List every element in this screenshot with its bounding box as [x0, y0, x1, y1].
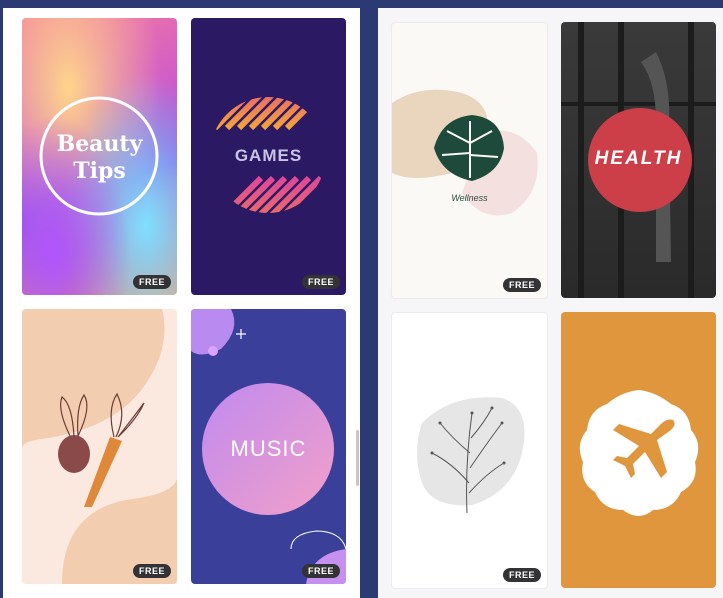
health-title: HEALTH: [594, 148, 683, 169]
template-card-travel[interactable]: [561, 312, 716, 588]
free-badge: FREE: [502, 568, 541, 582]
template-card-beauty-tips[interactable]: Beauty Tips FREE: [22, 18, 177, 295]
monstera-leaf-icon: [392, 89, 538, 216]
scrollbar[interactable]: [356, 430, 359, 486]
template-card-wellness[interactable]: Wellness FREE: [391, 22, 548, 299]
beet-carrot-icon: [22, 309, 177, 584]
template-card-veggies[interactable]: FREE: [22, 309, 177, 584]
template-card-games[interactable]: GAMES FREE: [191, 18, 346, 295]
free-badge: FREE: [301, 564, 340, 578]
template-card-plant[interactable]: FREE: [391, 312, 548, 589]
template-card-music[interactable]: MUSIC FREE: [191, 309, 346, 584]
beauty-title-line1: Beauty: [56, 131, 143, 157]
beauty-title-line2: Tips: [73, 158, 126, 184]
template-card-health[interactable]: HEALTH: [561, 22, 716, 298]
free-badge: FREE: [301, 275, 340, 289]
airplane-icon: [579, 390, 699, 516]
music-title: MUSIC: [230, 436, 307, 461]
free-badge: FREE: [132, 564, 171, 578]
free-badge: FREE: [132, 275, 171, 289]
games-title: GAMES: [234, 146, 303, 165]
wellness-title: Wellness: [451, 193, 488, 203]
plant-sprig-icon: [417, 397, 525, 514]
free-badge: FREE: [502, 278, 541, 292]
